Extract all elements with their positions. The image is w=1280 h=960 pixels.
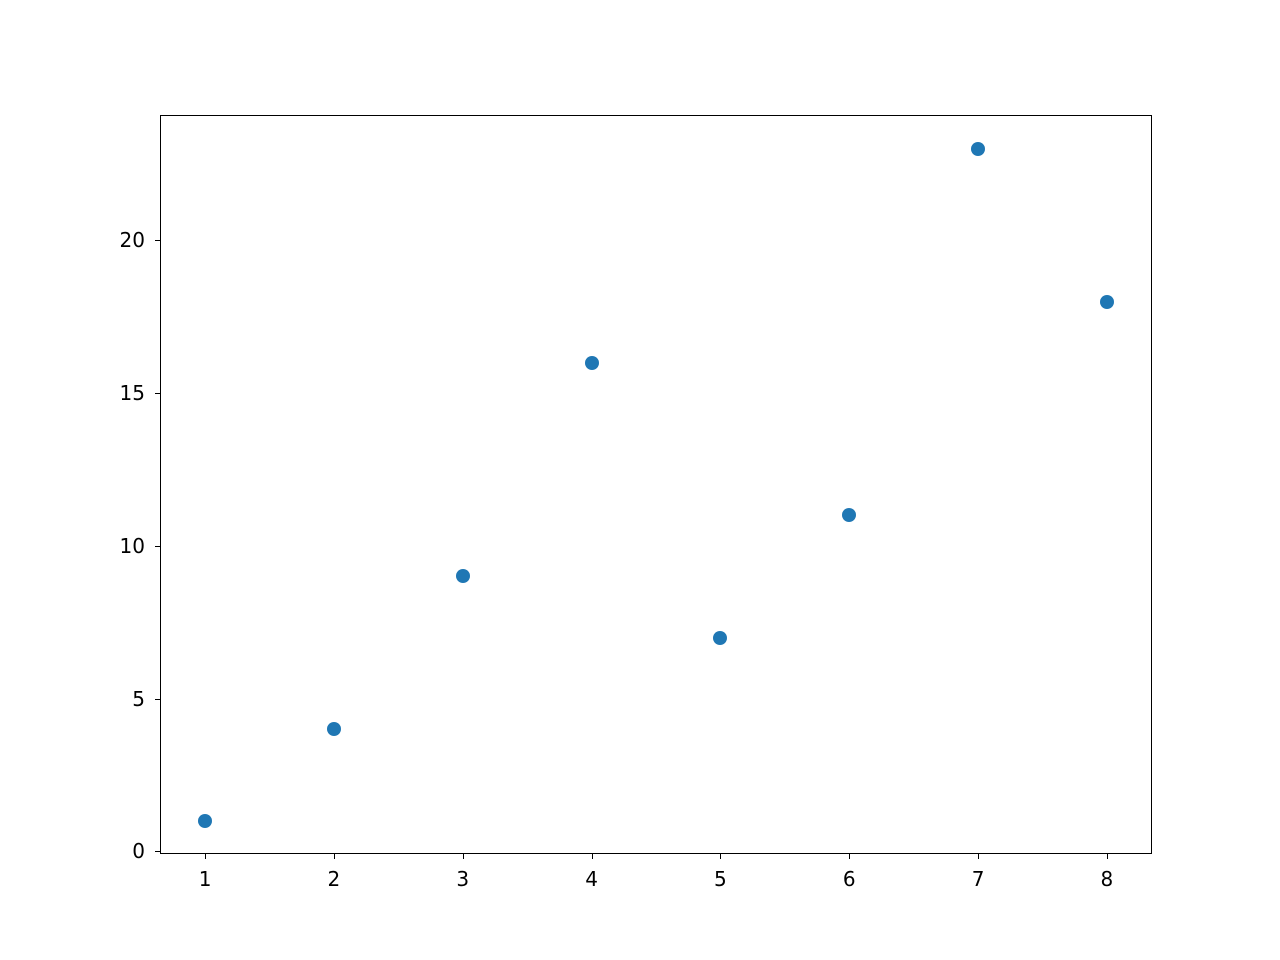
x-tick [205,854,206,859]
data-point [713,631,727,645]
x-tick-label: 8 [1101,867,1114,891]
y-tick-label: 0 [132,839,145,863]
data-point [198,814,212,828]
y-tick [155,240,160,241]
y-tick [155,851,160,852]
x-tick [720,854,721,859]
x-tick-label: 5 [714,867,727,891]
y-tick-label: 10 [120,534,145,558]
figure: 1 2 3 4 5 6 7 8 0 5 10 15 20 [0,0,1280,960]
x-tick-label: 4 [585,867,598,891]
x-tick-label: 3 [456,867,469,891]
x-tick [978,854,979,859]
y-tick [155,546,160,547]
y-tick-label: 20 [120,228,145,252]
data-point [327,722,341,736]
y-tick [155,393,160,394]
x-tick-label: 6 [843,867,856,891]
y-tick-label: 5 [132,687,145,711]
x-tick [334,854,335,859]
y-tick [155,699,160,700]
plot-area [160,115,1152,854]
x-tick [1107,854,1108,859]
data-point [1100,295,1114,309]
x-tick-label: 1 [199,867,212,891]
x-tick-label: 2 [328,867,341,891]
data-point [585,356,599,370]
y-tick-label: 15 [120,381,145,405]
x-tick [849,854,850,859]
x-tick [463,854,464,859]
data-point [971,142,985,156]
x-tick-label: 7 [972,867,985,891]
x-tick [592,854,593,859]
